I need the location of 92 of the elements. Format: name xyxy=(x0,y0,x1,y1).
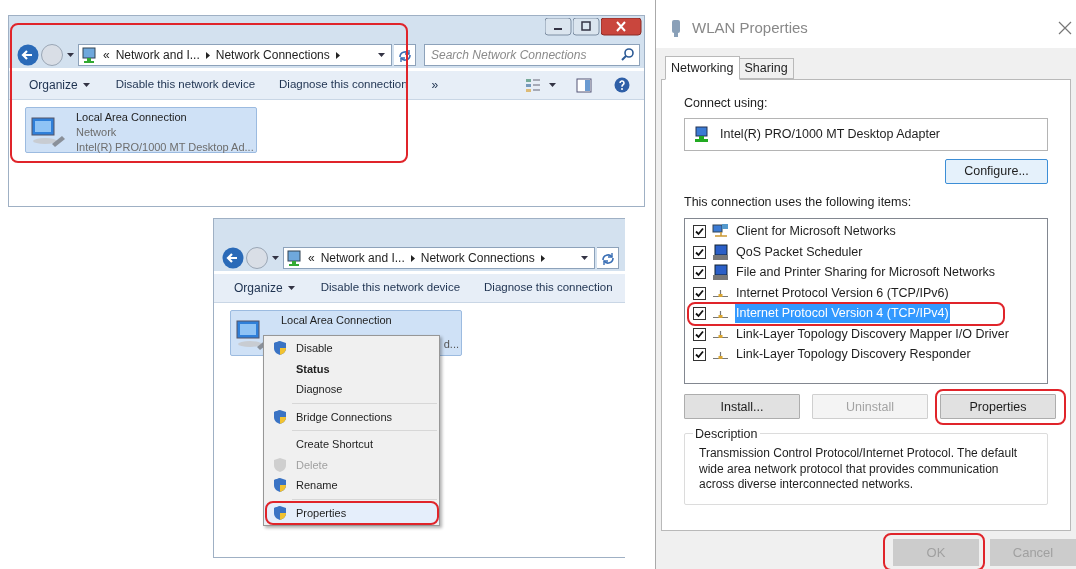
caret-icon[interactable] xyxy=(549,83,556,87)
address-bar[interactable]: « Network and I... Network Connections xyxy=(78,44,392,66)
items-label: This connection uses the following items: xyxy=(684,193,913,211)
breadcrumb[interactable]: Network and I... xyxy=(115,46,200,64)
network-service-icon xyxy=(712,264,729,282)
menu-item[interactable]: Properties xyxy=(264,502,439,523)
connection-name: Local Area Connection xyxy=(76,110,188,125)
connection-tile[interactable]: Local Area Connection Network Intel(R) PRO/1000 MT Desktop Ad... xyxy=(25,107,257,153)
shield-icon xyxy=(273,456,287,473)
close-icon[interactable] xyxy=(1058,21,1072,35)
caret-icon xyxy=(82,83,90,87)
organize-menu-button[interactable]: Organize xyxy=(226,276,303,300)
menu-item[interactable]: Create Shortcut xyxy=(264,434,439,455)
address-bar[interactable]: « Network and I... Network Connections xyxy=(283,247,595,269)
menu-item[interactable]: Disable xyxy=(264,338,439,359)
address-prefix[interactable]: « xyxy=(308,249,315,267)
breadcrumb[interactable]: Network Connections xyxy=(420,249,535,267)
checkbox[interactable] xyxy=(693,348,706,362)
list-item[interactable]: QoS Packet Scheduler xyxy=(735,242,864,262)
view-options-icon[interactable] xyxy=(525,77,541,93)
caret-icon xyxy=(287,286,295,290)
adapter-name: Intel(R) PRO/1000 MT Desktop Ad... xyxy=(76,140,254,155)
recent-pages-caret-icon[interactable] xyxy=(67,53,74,57)
shield-icon xyxy=(273,408,287,425)
network-service-icon xyxy=(712,243,729,261)
toolbar-button[interactable]: Diagnose this connection xyxy=(478,276,619,300)
protocol-icon xyxy=(713,309,728,318)
network-folder-icon xyxy=(287,250,302,266)
connect-using-label: Connect using: xyxy=(684,95,769,112)
toolbar-button[interactable]: Diagnose this connection xyxy=(273,73,414,97)
protocol-icon xyxy=(713,289,728,298)
breadcrumb[interactable]: Network Connections xyxy=(215,46,330,64)
help-icon[interactable] xyxy=(614,77,630,93)
network-folder-icon xyxy=(82,47,97,63)
maximize-button[interactable] xyxy=(573,18,600,36)
protocol-icon xyxy=(713,350,728,359)
adapter-field: Intel(R) PRO/1000 MT Desktop Adapter xyxy=(684,117,1048,151)
breadcrumb-arrow-icon[interactable] xyxy=(410,254,415,262)
checkbox[interactable] xyxy=(693,245,706,259)
checkbox[interactable] xyxy=(693,266,706,280)
address-dropdown-caret-icon[interactable] xyxy=(378,53,385,57)
more-commands-button[interactable]: » xyxy=(425,73,445,97)
list-item[interactable]: Internet Protocol Version 6 (TCP/IPv6) xyxy=(735,283,950,303)
tab[interactable]: Networking xyxy=(665,56,740,80)
shield-icon xyxy=(273,504,287,521)
refresh-button[interactable] xyxy=(597,247,619,269)
tab[interactable]: Sharing xyxy=(738,58,794,79)
menu-item[interactable]: Rename xyxy=(264,475,439,496)
address-prefix[interactable]: « xyxy=(103,46,110,64)
connection-name: Local Area Connection xyxy=(281,313,392,328)
connection-status: Network xyxy=(76,125,118,140)
shield-icon xyxy=(273,477,287,494)
menu-item[interactable]: Bridge Connections xyxy=(264,406,439,427)
recent-pages-caret-icon[interactable] xyxy=(272,256,279,260)
list-item[interactable]: File and Printer Sharing for Microsoft Networks xyxy=(735,263,997,283)
window-title: WLAN Properties xyxy=(692,17,809,38)
list-item[interactable]: Link-Layer Topology Discovery Mapper I/O Driver xyxy=(735,324,1010,344)
menu-item[interactable]: Status xyxy=(264,358,439,379)
list-item[interactable]: Link-Layer Topology Discovery Responder xyxy=(735,345,972,365)
dialog-button[interactable]: Properties xyxy=(940,394,1056,420)
refresh-icon xyxy=(600,250,615,266)
address-dropdown-caret-icon[interactable] xyxy=(581,256,588,260)
toolbar-button[interactable]: Disable this network device xyxy=(109,73,262,97)
breadcrumb-arrow-icon[interactable] xyxy=(335,51,340,59)
protocol-icon xyxy=(713,330,728,339)
checkbox[interactable] xyxy=(693,327,706,341)
breadcrumb[interactable]: Network and I... xyxy=(320,249,405,267)
minimize-button[interactable] xyxy=(545,18,572,36)
description-text: Transmission Control Protocol/Internet Protocol. The default wide area network protocol that provides communication across diverse interconnected networks. xyxy=(699,446,1019,493)
close-button[interactable] xyxy=(601,18,642,36)
shield-icon xyxy=(273,340,287,357)
back-button[interactable] xyxy=(17,44,39,66)
organize-menu-button[interactable]: Organize xyxy=(21,73,98,97)
dialog-button[interactable]: Install... xyxy=(684,394,800,420)
breadcrumb-arrow-icon[interactable] xyxy=(540,254,545,262)
checkbox[interactable] xyxy=(693,225,706,239)
breadcrumb-arrow-icon[interactable] xyxy=(205,51,210,59)
adapter-name: d... xyxy=(443,336,459,352)
network-adapter-icon xyxy=(693,125,710,143)
search-field[interactable]: Search Network Connections xyxy=(424,44,640,66)
back-button[interactable] xyxy=(222,247,244,269)
toolbar-button[interactable]: Disable this network device xyxy=(314,276,467,300)
checkbox[interactable] xyxy=(693,307,706,321)
list-item[interactable]: Client for Microsoft Networks xyxy=(735,222,897,242)
menu-item[interactable]: Diagnose xyxy=(264,379,439,400)
preview-pane-icon[interactable] xyxy=(576,77,592,93)
search-icon[interactable] xyxy=(620,48,634,62)
checkbox[interactable] xyxy=(693,286,706,300)
refresh-button[interactable] xyxy=(394,44,416,66)
configure-button[interactable]: Configure... xyxy=(945,158,1048,184)
refresh-icon xyxy=(397,47,412,63)
network-computer-icon xyxy=(30,114,66,148)
